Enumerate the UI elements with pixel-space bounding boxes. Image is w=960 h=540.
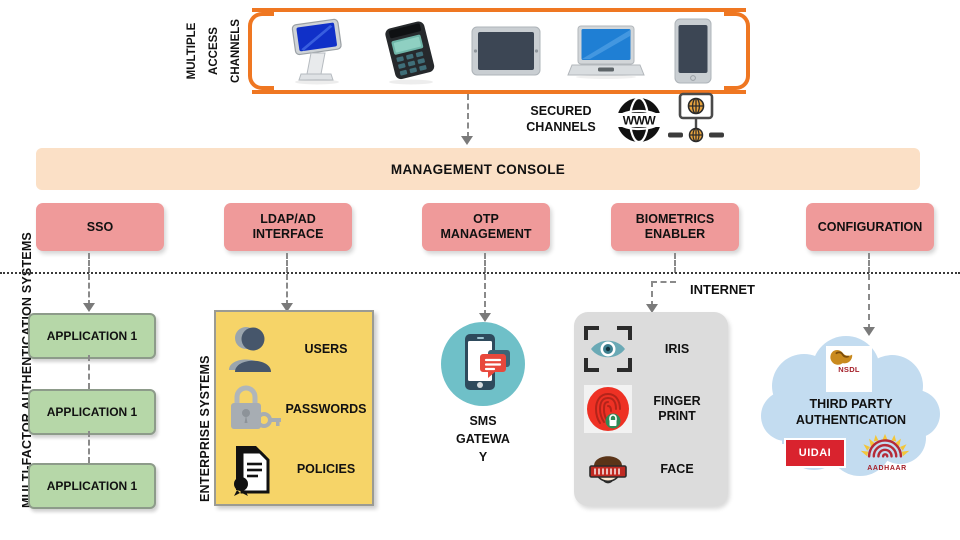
access-channels-label-line-1: MULTIPLE xyxy=(186,8,208,94)
biometrics-row-face[interactable]: FACE xyxy=(582,440,720,498)
secured-channels-line-2: CHANNELS xyxy=(526,120,596,134)
access-channels-text-access: ACCESS xyxy=(208,27,220,75)
access-channels-text-multiple: MULTIPLE xyxy=(186,22,198,80)
document-seal-icon xyxy=(224,442,282,496)
biometrics-row-iris[interactable]: IRIS xyxy=(582,320,720,378)
aadhaar-logo-icon: AADHAAR xyxy=(856,432,918,472)
sms-gateway-icon-circle xyxy=(441,322,525,406)
biometrics-row-iris-label: IRIS xyxy=(634,342,720,357)
module-otp-label-line-2: MANAGEMENT xyxy=(440,227,532,241)
module-otp-management[interactable]: OTP MANAGEMENT xyxy=(422,203,550,251)
www-globe-icon: WWW xyxy=(612,94,666,146)
third-party-label-line-2: AUTHENTICATION xyxy=(795,413,907,428)
connector-app2-to-app3 xyxy=(88,431,90,463)
application-box-2[interactable]: APPLICATION 1 xyxy=(28,389,156,435)
enterprise-row-passwords[interactable]: PASSWORDS xyxy=(224,380,370,438)
enterprise-row-policies[interactable]: POLICIES xyxy=(224,440,370,498)
sms-gateway-label: SMS GATEWA Y xyxy=(433,412,533,466)
uidai-logo-icon: UIDAI xyxy=(784,438,846,468)
internet-divider-line xyxy=(0,272,960,274)
enterprise-row-policies-label: POLICIES xyxy=(296,462,356,476)
module-sso-label: SSO xyxy=(86,219,114,234)
face-recognition-icon xyxy=(582,444,634,494)
application-box-3-label: APPLICATION 1 xyxy=(46,479,138,493)
biometrics-row-fingerprint[interactable]: FINGER PRINT xyxy=(582,380,720,438)
module-ldap-ad-interface[interactable]: LDAP/AD INTERFACE xyxy=(224,203,352,251)
tick-biometrics xyxy=(674,253,676,273)
enterprise-systems-box: USERS PASSWORDS POLICIES xyxy=(214,310,374,506)
module-ldap-label-line-1: LDAP/AD xyxy=(260,212,316,226)
aadhaar-logo-text: AADHAAR xyxy=(867,465,907,472)
access-channels-text-channels: CHANNELS xyxy=(230,19,242,83)
enterprise-row-users[interactable]: USERS xyxy=(224,320,370,378)
phone-message-icon xyxy=(465,334,510,390)
fingerprint-icon xyxy=(582,384,634,434)
internet-label: INTERNET xyxy=(690,282,755,297)
access-channels-frame xyxy=(248,8,750,94)
third-party-authentication-cloud: NSDL THIRD PARTY AUTHENTICATION UIDAI AA… xyxy=(760,334,942,480)
arrowhead-channels-to-console xyxy=(461,136,473,145)
secured-channels-label: SECURED CHANNELS xyxy=(516,96,606,144)
laptop-icon xyxy=(566,20,646,82)
connector-sso-to-application xyxy=(88,274,90,306)
enterprise-row-passwords-label: PASSWORDS xyxy=(285,402,367,416)
connector-biometrics-elbow xyxy=(651,281,676,283)
application-box-2-label: APPLICATION 1 xyxy=(46,405,138,419)
application-box-1-label: APPLICATION 1 xyxy=(46,329,138,343)
biometrics-box: IRIS FINGER PRINT FACE xyxy=(574,312,728,506)
connector-configuration-to-cloud xyxy=(868,274,870,330)
biometrics-iris-line-1: IRIS xyxy=(664,341,690,356)
diagram-canvas: MULTI-FACTOR AUTHENTICATION SYSTEMS MULT… xyxy=(0,0,960,540)
biometrics-row-fingerprint-label: FINGER PRINT xyxy=(634,394,720,424)
network-monitor-icon xyxy=(668,92,724,148)
sms-gateway-label-line-2: GATEWA xyxy=(456,432,510,447)
connector-ldap-to-enterprise xyxy=(286,274,288,306)
module-configuration-label: CONFIGURATION xyxy=(817,219,923,234)
tick-configuration xyxy=(868,253,870,273)
third-party-authentication-label: THIRD PARTY AUTHENTICATION xyxy=(760,396,942,429)
biometrics-face-line-1: FACE xyxy=(660,461,694,476)
iris-scan-icon xyxy=(582,324,634,374)
module-biometrics-enabler[interactable]: BIOMETRICS ENABLER xyxy=(611,203,739,251)
connector-channels-to-console xyxy=(467,94,469,138)
tick-sso xyxy=(88,253,90,273)
connector-otp-to-sms xyxy=(484,274,486,316)
arrowhead-sso-to-application xyxy=(83,303,95,312)
module-configuration[interactable]: CONFIGURATION xyxy=(806,203,934,251)
device-row xyxy=(252,12,746,90)
tablet-portrait-icon xyxy=(669,17,717,85)
kiosk-icon xyxy=(281,16,353,86)
biometrics-fingerprint-line-1: FINGER xyxy=(653,394,701,408)
secured-channels-line-1: SECURED xyxy=(530,104,592,119)
module-otp-label-line-1: OTP xyxy=(473,212,499,226)
sms-gateway-label-line-1: SMS xyxy=(469,414,497,428)
tick-otp xyxy=(484,253,486,273)
biometrics-row-face-label: FACE xyxy=(634,462,720,477)
lock-key-icon xyxy=(224,382,282,436)
tick-ldap xyxy=(286,253,288,273)
management-console-label: MANAGEMENT CONSOLE xyxy=(390,161,566,177)
svg-text:WWW: WWW xyxy=(623,114,657,128)
biometrics-fingerprint-line-2: PRINT xyxy=(658,409,696,423)
nsdl-logo-icon: NSDL xyxy=(826,346,872,392)
arrowhead-otp-to-sms xyxy=(479,313,491,322)
module-biometrics-label-line-1: BIOMETRICS xyxy=(635,212,715,226)
connector-app1-to-app2 xyxy=(88,355,90,389)
uidai-logo-text: UIDAI xyxy=(798,447,832,459)
user-icon xyxy=(224,322,282,376)
tablet-landscape-icon xyxy=(469,21,543,81)
application-box-1[interactable]: APPLICATION 1 xyxy=(28,313,156,359)
module-biometrics-label-line-2: ENABLER xyxy=(644,227,706,241)
pos-terminal-icon xyxy=(376,16,446,86)
third-party-label-line-1: THIRD PARTY xyxy=(809,397,893,411)
access-channels-label-line-2: ACCESS xyxy=(208,8,230,94)
management-console-bar[interactable]: MANAGEMENT CONSOLE xyxy=(36,148,920,190)
enterprise-row-users-label: USERS xyxy=(304,342,348,356)
module-sso[interactable]: SSO xyxy=(36,203,164,251)
application-box-3[interactable]: APPLICATION 1 xyxy=(28,463,156,509)
sms-gateway-label-line-3: Y xyxy=(478,450,488,465)
enterprise-systems-side-label: ENTERPRISE SYSTEMS xyxy=(198,355,212,502)
module-ldap-label-line-2: INTERFACE xyxy=(252,227,324,241)
